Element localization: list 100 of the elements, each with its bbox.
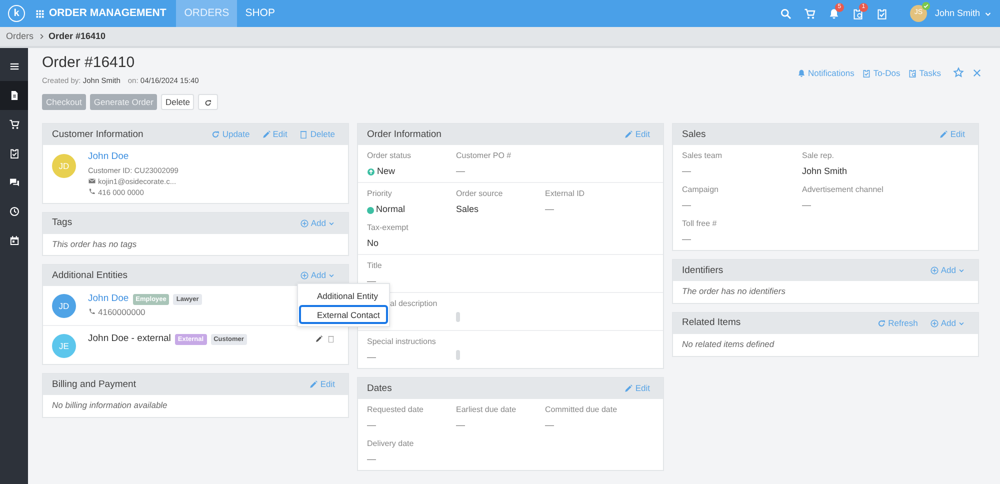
header-link[interactable]: Notifications xyxy=(797,66,854,80)
empty-message: No related items defined xyxy=(681,338,776,351)
edit-button[interactable] xyxy=(315,335,323,344)
edit-link[interactable]: Edit xyxy=(624,382,650,396)
empty-message: The order has no identifiers xyxy=(681,285,786,298)
pencil-icon xyxy=(262,130,271,140)
menu-item[interactable]: Additional Entity xyxy=(299,286,388,306)
avatar: JE xyxy=(52,334,76,358)
breadcrumb-item[interactable]: Orders xyxy=(6,30,34,44)
caret-icon xyxy=(958,320,965,327)
field-value: — xyxy=(367,419,376,432)
field-value: — xyxy=(367,275,376,288)
bell-icon xyxy=(797,68,806,78)
page-title: Order #16410 xyxy=(42,53,136,73)
field-label: Campaign xyxy=(682,184,720,196)
star-icon xyxy=(953,67,964,78)
checklist-icon xyxy=(862,68,872,78)
field-value: — xyxy=(456,419,465,432)
header-link[interactable]: To-Dos xyxy=(862,66,900,80)
avatar: JD xyxy=(52,294,76,318)
field-value: Normal xyxy=(367,203,406,217)
resize-handle[interactable] xyxy=(456,312,460,322)
field-label: Sale rep. xyxy=(802,150,836,162)
calendar-icon xyxy=(8,235,20,246)
search-icon xyxy=(780,8,792,20)
pencil-icon xyxy=(315,335,323,344)
field-value: — xyxy=(682,165,691,178)
user-name: John Smith xyxy=(934,6,980,20)
field-label: Delivery date xyxy=(367,438,415,450)
field-label: Order status xyxy=(367,150,412,162)
refresh-link[interactable]: Update xyxy=(211,128,250,142)
header-link[interactable]: Tasks xyxy=(908,66,941,80)
card-title: Identifiers xyxy=(682,264,724,278)
plus-icon xyxy=(930,319,939,328)
field-value: — xyxy=(682,233,691,246)
add-link[interactable]: Add xyxy=(930,317,965,330)
plus-icon xyxy=(930,266,939,276)
bell-icon xyxy=(828,8,840,20)
resize-handle[interactable] xyxy=(456,350,460,360)
sidebar-item[interactable] xyxy=(0,81,28,110)
chevron-icon xyxy=(38,33,45,40)
entity-name: John Doe - external xyxy=(88,332,171,346)
field-value: New xyxy=(367,165,396,179)
phone-icon xyxy=(88,188,96,196)
refresh-link[interactable]: Refresh xyxy=(877,317,918,330)
checklist-icon xyxy=(876,8,888,20)
refresh-button[interactable] xyxy=(198,94,218,110)
edit-link[interactable]: Edit xyxy=(309,378,335,392)
field-value: — xyxy=(367,351,376,364)
app-title: ORDER MANAGEMENT xyxy=(49,6,166,21)
customer-name[interactable]: John Doe xyxy=(88,150,178,164)
clipboard-icon xyxy=(908,68,918,78)
grid-icon xyxy=(35,8,45,18)
refresh-icon xyxy=(877,319,886,328)
field-value: No xyxy=(367,237,379,250)
document-icon xyxy=(8,90,20,101)
field-value: Sales xyxy=(456,203,479,216)
breadcrumb-item: Order #16410 xyxy=(48,30,106,43)
pencil-icon xyxy=(309,380,318,390)
clipboard-icon xyxy=(852,8,864,20)
plus-icon xyxy=(300,218,309,228)
field-label: Toll free # xyxy=(682,218,718,230)
caret-icon xyxy=(958,267,965,274)
field-label: Advertisement channel xyxy=(802,184,884,196)
field-value: — xyxy=(802,199,811,212)
field-label: Title xyxy=(367,260,383,272)
field-value: — xyxy=(682,199,691,212)
nav-tab[interactable]: SHOP xyxy=(237,0,283,27)
menu-item[interactable]: External Contact xyxy=(299,305,388,324)
action-button[interactable]: Delete xyxy=(161,94,194,110)
card-title: Related Items xyxy=(682,316,741,330)
field-label: Tax-exempt xyxy=(367,222,410,234)
field-label: Priority xyxy=(367,188,393,200)
field-value: — xyxy=(456,165,465,178)
edit-link[interactable]: Edit xyxy=(262,128,288,142)
field-label: External ID xyxy=(545,188,586,200)
close-icon xyxy=(972,68,982,78)
add-link[interactable]: Add xyxy=(300,216,335,230)
card-title: Dates xyxy=(367,382,392,396)
add-link[interactable]: Add xyxy=(930,264,965,278)
refresh-icon xyxy=(204,99,212,107)
empty-message: No billing information available xyxy=(51,399,168,412)
menu-icon xyxy=(8,61,20,72)
field-label: Earliest due date xyxy=(456,404,518,416)
card-title: Order Information xyxy=(367,128,442,142)
card-title: Additional Entities xyxy=(52,268,128,283)
field-label: al description xyxy=(390,298,438,310)
edit-link[interactable]: Edit xyxy=(624,128,650,142)
trash-icon xyxy=(327,335,335,344)
trash-icon xyxy=(299,130,308,140)
caret-icon xyxy=(328,272,335,280)
pencil-icon xyxy=(624,384,634,394)
entity-name[interactable]: John Doe xyxy=(88,292,129,306)
edit-link[interactable]: Edit xyxy=(939,128,965,142)
logo[interactable]: k xyxy=(8,5,25,22)
cart-icon xyxy=(8,119,20,130)
nav-tab[interactable]: ORDERS xyxy=(176,0,238,27)
field-value: — xyxy=(367,453,376,466)
delete-link[interactable]: Delete xyxy=(299,128,335,142)
phone-text: 4160000000 xyxy=(98,306,146,318)
